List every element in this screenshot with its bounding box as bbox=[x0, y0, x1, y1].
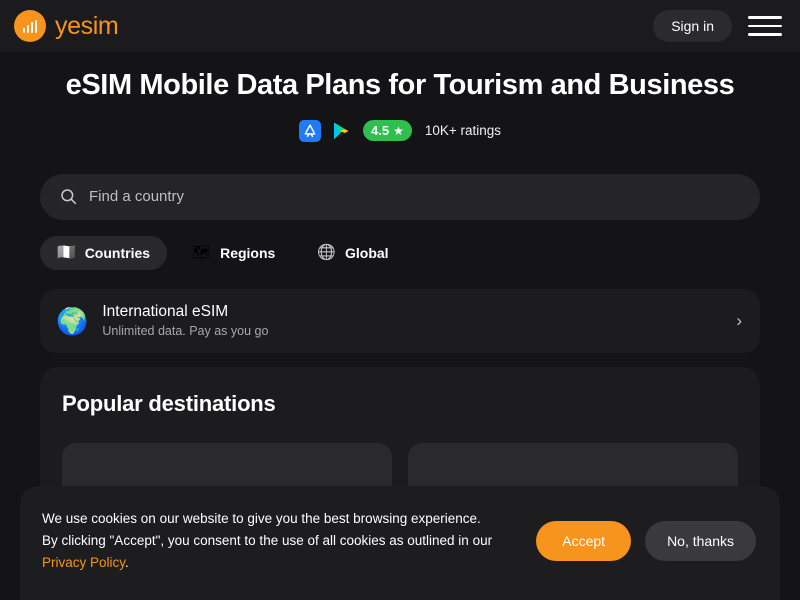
page-title: eSIM Mobile Data Plans for Tourism and B… bbox=[65, 69, 735, 101]
rating-score: 4.5 bbox=[370, 123, 390, 139]
brand-name: yesim bbox=[55, 11, 119, 40]
cookie-actions: Accept No, thanks bbox=[536, 521, 756, 562]
sign-in-button[interactable]: Sign in bbox=[653, 10, 732, 42]
international-section: 🌍 International eSIM Unlimited data. Pay… bbox=[0, 288, 800, 353]
google-play-icon[interactable] bbox=[330, 120, 352, 142]
hero-section: eSIM Mobile Data Plans for Tourism and B… bbox=[0, 52, 800, 142]
tab-regions-label: Regions bbox=[220, 244, 276, 261]
cookie-consent-banner: We use cookies on our website to give yo… bbox=[20, 486, 780, 600]
cookie-line-2: By clicking "Accept", you consent to the… bbox=[42, 533, 493, 549]
search-icon bbox=[61, 189, 77, 205]
europe-map-icon: 🗺 bbox=[192, 244, 212, 262]
cookie-consent-text: We use cookies on our website to give yo… bbox=[42, 508, 516, 574]
ratings-count: 10K+ ratings bbox=[424, 123, 502, 139]
international-esim-subtitle: Unlimited data. Pay as you go bbox=[102, 324, 269, 339]
search-box[interactable] bbox=[40, 173, 760, 220]
tab-global-label: Global bbox=[345, 244, 389, 261]
world-map-icon: 🌐 bbox=[317, 244, 336, 262]
bar-chart-logo-icon bbox=[14, 10, 46, 42]
chevron-right-icon[interactable]: › bbox=[736, 312, 742, 329]
hamburger-menu-icon[interactable] bbox=[748, 12, 782, 40]
app-store-icon[interactable] bbox=[298, 119, 321, 142]
cookie-line-1: We use cookies on our website to give yo… bbox=[42, 511, 481, 527]
brand-logo[interactable]: yesim bbox=[14, 10, 119, 42]
rating-badge: 4.5 ★ bbox=[362, 120, 412, 142]
international-esim-title: International eSIM bbox=[102, 303, 229, 321]
globe-icon: 🌍 bbox=[56, 305, 89, 336]
page-root: yesim Sign in eSIM Mobile Data Plans for… bbox=[0, 0, 800, 600]
star-icon: ★ bbox=[393, 123, 404, 138]
cookie-line-suffix: . bbox=[125, 555, 129, 571]
tab-countries-label: Countries bbox=[84, 244, 151, 261]
popular-destinations-title: Popular destinations bbox=[62, 390, 276, 416]
international-esim-card[interactable]: 🌍 International eSIM Unlimited data. Pay… bbox=[40, 288, 760, 353]
italy-map-icon: 🇮🇹 bbox=[57, 244, 76, 262]
accept-cookies-button[interactable]: Accept bbox=[536, 521, 632, 562]
site-header: yesim Sign in bbox=[0, 0, 800, 52]
decline-cookies-button[interactable]: No, thanks bbox=[645, 521, 756, 562]
privacy-policy-link[interactable]: Privacy Policy bbox=[42, 555, 125, 570]
international-esim-text: International eSIM Unlimited data. Pay a… bbox=[102, 303, 722, 338]
tab-regions[interactable]: 🗺 Regions bbox=[175, 236, 292, 270]
header-actions: Sign in bbox=[653, 10, 782, 42]
tab-global[interactable]: 🌐 Global bbox=[300, 236, 405, 270]
search-input[interactable] bbox=[89, 188, 740, 206]
category-tabs: 🇮🇹 Countries 🗺 Regions 🌐 Global bbox=[0, 235, 800, 270]
search-section bbox=[0, 173, 800, 220]
ratings-row: 4.5 ★ 10K+ ratings bbox=[0, 119, 800, 142]
tab-countries[interactable]: 🇮🇹 Countries bbox=[40, 235, 168, 270]
logo-bars bbox=[22, 20, 38, 33]
